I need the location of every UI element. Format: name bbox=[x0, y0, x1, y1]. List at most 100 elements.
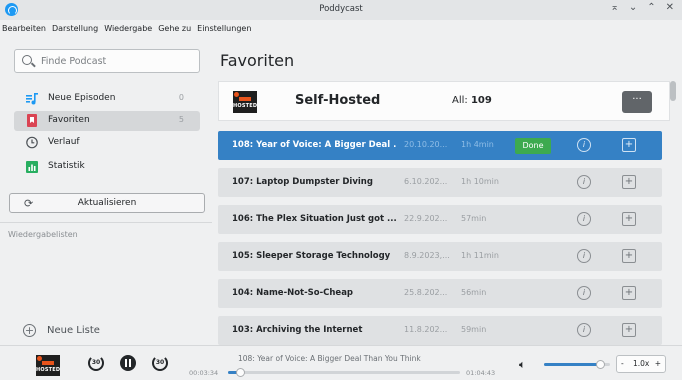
pause-button[interactable] bbox=[120, 355, 136, 371]
new-episodes-icon bbox=[26, 93, 38, 105]
menu-goto[interactable]: Gehe zu bbox=[158, 24, 191, 33]
window-title: Poddycast bbox=[319, 4, 363, 14]
bookmark-icon bbox=[27, 114, 37, 127]
episode-title: 105: Sleeper Storage Technology bbox=[232, 251, 391, 261]
page-title: Favoriten bbox=[220, 51, 295, 70]
add-to-playlist-icon[interactable]: + bbox=[622, 212, 636, 226]
close-icon[interactable]: ✕ bbox=[666, 2, 674, 13]
now-playing-title: 108: Year of Voice: A Bigger Deal Than Y… bbox=[238, 354, 421, 363]
sidebar-item-stats[interactable]: Statistik bbox=[14, 157, 200, 177]
title-bar: Poddycast ⌅ ⌄ ⌃ ✕ bbox=[0, 0, 682, 20]
playlists-heading: Wiedergabelisten bbox=[8, 230, 78, 239]
skip-forward-button[interactable]: 30 bbox=[152, 355, 168, 371]
info-icon[interactable]: i bbox=[577, 286, 591, 300]
speed-value: 1.0x bbox=[633, 359, 650, 368]
search-icon bbox=[22, 55, 32, 65]
search-box[interactable] bbox=[14, 49, 200, 73]
episode-title: 103: Archiving the Internet bbox=[232, 325, 363, 335]
podcast-name: Self-Hosted bbox=[295, 93, 381, 108]
menu-bar: Bearbeiten Darstellung Wiedergabe Gehe z… bbox=[0, 20, 682, 37]
volume-handle[interactable] bbox=[596, 360, 606, 369]
new-list-label: Neue Liste bbox=[47, 325, 100, 336]
volume-fill bbox=[544, 363, 601, 366]
sidebar-item-count: 5 bbox=[178, 115, 184, 124]
stats-icon bbox=[26, 161, 38, 173]
episode-date: 22.9.202... bbox=[404, 214, 448, 223]
episode-date: 25.8.202... bbox=[404, 288, 448, 297]
info-icon[interactable]: i bbox=[577, 249, 591, 263]
sidebar-item-label: Favoriten bbox=[48, 115, 90, 125]
sidebar: Neue Episoden 0 Favoriten 5 Verlauf Stat… bbox=[0, 37, 212, 345]
episode-title: 108: Year of Voice: A Bigger Deal ... bbox=[232, 140, 396, 150]
clock-icon bbox=[26, 136, 38, 149]
menu-settings[interactable]: Einstellungen bbox=[197, 24, 251, 33]
episode-duration: 1h 4min bbox=[461, 140, 494, 149]
episode-duration: 1h 11min bbox=[461, 251, 499, 260]
plus-circle-icon: + bbox=[23, 324, 36, 337]
info-icon[interactable]: i bbox=[577, 175, 591, 189]
add-to-playlist-icon[interactable]: + bbox=[622, 323, 636, 337]
episode-row[interactable]: 107: Laptop Dumpster Diving 6.10.202... 1h… bbox=[218, 168, 662, 197]
episode-row[interactable]: 108: Year of Voice: A Bigger Deal ... 20.… bbox=[218, 131, 662, 160]
window-controls: ⌅ ⌄ ⌃ ✕ bbox=[610, 2, 674, 13]
episode-date: 6.10.202... bbox=[404, 177, 448, 186]
info-icon[interactable]: i bbox=[577, 323, 591, 337]
episode-title: 104: Name-Not-So-Cheap bbox=[232, 288, 354, 298]
menu-view[interactable]: Darstellung bbox=[52, 24, 98, 33]
episode-title: 107: Laptop Dumpster Diving bbox=[232, 177, 373, 187]
add-to-playlist-icon[interactable]: + bbox=[622, 249, 636, 263]
sidebar-item-label: Verlauf bbox=[48, 137, 80, 147]
remaining-time: 01:04:43 bbox=[466, 369, 496, 377]
volume-icon[interactable]: 🔈︎ bbox=[519, 358, 526, 372]
info-icon[interactable]: i bbox=[577, 212, 591, 226]
add-to-playlist-icon[interactable]: + bbox=[622, 138, 636, 152]
playback-progress-slider[interactable] bbox=[228, 368, 460, 377]
menu-edit[interactable]: Bearbeiten bbox=[2, 24, 46, 33]
sidebar-item-favorites[interactable]: Favoriten 5 bbox=[14, 111, 200, 131]
divider bbox=[0, 222, 212, 223]
episode-row[interactable]: 105: Sleeper Storage Technology 8.9.2023,… bbox=[218, 242, 662, 271]
add-to-playlist-icon[interactable]: + bbox=[622, 286, 636, 300]
new-list-button[interactable]: + Neue Liste bbox=[0, 318, 212, 345]
sidebar-item-new-episodes[interactable]: Neue Episoden 0 bbox=[14, 89, 200, 109]
sidebar-item-history[interactable]: Verlauf bbox=[14, 133, 200, 153]
keep-above-icon[interactable]: ⌅ bbox=[610, 2, 618, 13]
progress-handle[interactable] bbox=[235, 368, 245, 377]
now-playing-cover-image: HOSTED bbox=[36, 355, 60, 376]
menu-playback[interactable]: Wiedergabe bbox=[104, 24, 152, 33]
skip-back-button[interactable]: 30 bbox=[88, 355, 104, 371]
episode-duration: 59min bbox=[461, 325, 487, 334]
scrollbar[interactable] bbox=[670, 81, 676, 341]
episode-date: 20.10.20... bbox=[404, 140, 448, 149]
maximize-icon[interactable]: ⌃ bbox=[647, 2, 655, 13]
podcast-cover-image: HOSTED bbox=[233, 91, 257, 113]
volume-slider[interactable] bbox=[544, 360, 610, 369]
add-to-playlist-icon[interactable]: + bbox=[622, 175, 636, 189]
podcast-header: HOSTED Self-Hosted All: 109 ··· bbox=[218, 81, 670, 121]
episode-row[interactable]: 103: Archiving the Internet 11.8.202... 59… bbox=[218, 316, 662, 345]
playback-speed-control[interactable]: - 1.0x + bbox=[616, 355, 666, 373]
episode-duration: 1h 10min bbox=[461, 177, 499, 186]
episode-duration: 57min bbox=[461, 214, 487, 223]
scrollbar-thumb[interactable] bbox=[670, 81, 676, 101]
podcast-menu-button[interactable]: ··· bbox=[622, 91, 652, 113]
episode-date: 11.8.202... bbox=[404, 325, 448, 334]
done-badge[interactable]: Done bbox=[515, 138, 551, 154]
speed-decrease-button[interactable]: - bbox=[621, 359, 624, 368]
search-input[interactable] bbox=[41, 54, 191, 69]
elapsed-time: 00:03:34 bbox=[189, 369, 219, 377]
refresh-label: Aktualisieren bbox=[77, 198, 137, 208]
sidebar-item-label: Statistik bbox=[48, 161, 85, 171]
info-icon[interactable]: i bbox=[577, 138, 591, 152]
main-content: Favoriten HOSTED Self-Hosted All: 109 ··… bbox=[212, 37, 682, 345]
speed-increase-button[interactable]: + bbox=[655, 359, 661, 368]
episode-row[interactable]: 104: Name-Not-So-Cheap 25.8.202... 56min i + bbox=[218, 279, 662, 308]
episode-duration: 56min bbox=[461, 288, 487, 297]
sidebar-item-label: Neue Episoden bbox=[48, 93, 116, 103]
player-bar: HOSTED 30 30 108: Year of Voice: A Bigge… bbox=[0, 345, 682, 380]
episode-row[interactable]: 106: The Plex Situation Just got ... 22.9… bbox=[218, 205, 662, 234]
episode-date: 8.9.2023,... bbox=[404, 251, 450, 260]
episode-title: 106: The Plex Situation Just got ... bbox=[232, 214, 396, 224]
refresh-button[interactable]: ⟳ Aktualisieren bbox=[9, 193, 205, 213]
minimize-icon[interactable]: ⌄ bbox=[629, 2, 637, 13]
